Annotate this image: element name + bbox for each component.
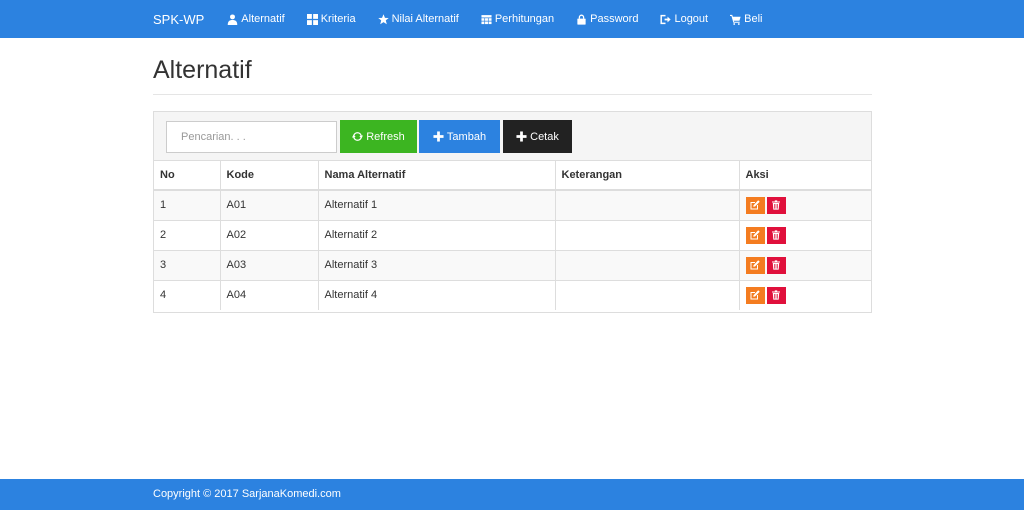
column-header-kode: Kode	[220, 161, 319, 191]
edit-button[interactable]	[745, 256, 765, 274]
lock-icon	[577, 14, 586, 25]
star-icon	[377, 13, 389, 24]
delete-button[interactable]	[766, 256, 786, 274]
cell-aksi	[739, 219, 871, 250]
footer-copyright: Copyright © 2017 SarjanaKomedi.com	[153, 488, 341, 500]
cell-nama: Alternatif 3	[318, 249, 556, 280]
table-row: 4 A04 Alternatif 4	[154, 279, 871, 310]
nav-item-label: Kriteria	[320, 13, 356, 25]
cell-no: 3	[154, 249, 221, 280]
column-header-aksi: Aksi	[739, 161, 871, 191]
nav-item-label: Perhitungan	[494, 13, 555, 25]
refresh-button[interactable]: Refresh	[340, 120, 417, 153]
cell-nama: Alternatif 2	[318, 219, 556, 250]
trash-icon	[772, 200, 780, 210]
alternatif-table: No Kode Nama Alternatif Keterangan Aksi …	[154, 161, 871, 310]
cell-no: 4	[154, 279, 221, 310]
nav-item-label: Beli	[744, 13, 763, 25]
edit-button[interactable]	[745, 226, 765, 244]
cell-keterangan	[555, 219, 740, 250]
cell-aksi	[739, 249, 871, 280]
cell-keterangan	[555, 249, 740, 280]
cell-kode: A01	[220, 190, 319, 220]
edit-icon	[750, 260, 760, 270]
refresh-button-label: Refresh	[366, 130, 405, 143]
cell-nama: Alternatif 1	[318, 190, 556, 220]
grid-icon	[306, 13, 318, 25]
user-icon	[228, 13, 238, 25]
column-header-no: No	[154, 161, 221, 191]
cell-aksi	[739, 279, 871, 310]
delete-button[interactable]	[766, 226, 786, 244]
cetak-button-label: Cetak	[530, 130, 559, 143]
column-header-nama-alternatif: Nama Alternatif	[318, 161, 556, 191]
nav-item-beli[interactable]: Beli	[730, 13, 762, 25]
nav-item-perhitungan[interactable]: Perhitungan	[481, 13, 554, 25]
nav-item-alternatif[interactable]: Alternatif	[227, 13, 285, 25]
trash-icon	[772, 260, 780, 270]
edit-icon	[750, 290, 760, 300]
nav-item-label: Logout	[674, 13, 709, 25]
edit-icon	[750, 200, 760, 210]
edit-button[interactable]	[745, 286, 765, 304]
search-input[interactable]	[166, 121, 337, 153]
navbar-inner: SPK-WP Alternatif Kriteria Nilai Alterna…	[153, 0, 784, 38]
refresh-icon	[352, 132, 364, 141]
cell-kode: A02	[220, 219, 319, 250]
logout-icon	[660, 14, 672, 24]
cetak-button[interactable]: Cetak	[503, 120, 572, 153]
nav-item-kriteria[interactable]: Kriteria	[306, 13, 356, 25]
page-title: Alternatif	[153, 56, 252, 84]
tambah-button-label: Tambah	[446, 130, 487, 143]
trash-icon	[772, 230, 780, 240]
alternatif-panel: Refresh Tambah Cetak No Kode Nama Altern…	[153, 111, 872, 313]
cell-kode: A04	[220, 279, 319, 310]
cell-kode: A03	[220, 249, 319, 280]
delete-button[interactable]	[766, 196, 786, 214]
nav-item-password[interactable]: Password	[576, 13, 638, 25]
nav-item-label: Nilai Alternatif	[391, 13, 459, 25]
cell-keterangan	[555, 190, 740, 220]
nav-item-label: Alternatif	[241, 13, 285, 25]
table-header-row: No Kode Nama Alternatif Keterangan Aksi	[154, 161, 871, 191]
edit-button[interactable]	[745, 196, 765, 214]
delete-button[interactable]	[766, 286, 786, 304]
tambah-button[interactable]: Tambah	[419, 120, 500, 153]
title-divider	[153, 94, 872, 95]
brand-link[interactable]: SPK-WP	[153, 12, 204, 27]
plus-icon	[433, 131, 444, 142]
cart-icon	[730, 14, 741, 25]
cell-keterangan	[555, 279, 740, 310]
nav-item-label: Password	[590, 13, 639, 25]
cell-nama: Alternatif 4	[318, 279, 556, 310]
column-header-keterangan: Keterangan	[555, 161, 740, 191]
nav-item-logout[interactable]: Logout	[660, 13, 708, 25]
cell-no: 2	[154, 219, 221, 250]
nav-item-nilai-alternatif[interactable]: Nilai Alternatif	[377, 13, 459, 25]
calendar-icon	[481, 14, 492, 24]
navbar: SPK-WP Alternatif Kriteria Nilai Alterna…	[0, 0, 1024, 38]
trash-icon	[772, 290, 780, 300]
table-row: 2 A02 Alternatif 2	[154, 219, 871, 250]
edit-icon	[750, 230, 760, 240]
panel-toolbar: Refresh Tambah Cetak	[154, 112, 871, 161]
cell-no: 1	[154, 190, 221, 220]
table-row: 1 A01 Alternatif 1	[154, 190, 871, 220]
table-row: 3 A03 Alternatif 3	[154, 249, 871, 280]
footer: Copyright © 2017 SarjanaKomedi.com	[0, 479, 1024, 510]
plus-icon	[516, 131, 527, 142]
cell-aksi	[739, 190, 871, 220]
